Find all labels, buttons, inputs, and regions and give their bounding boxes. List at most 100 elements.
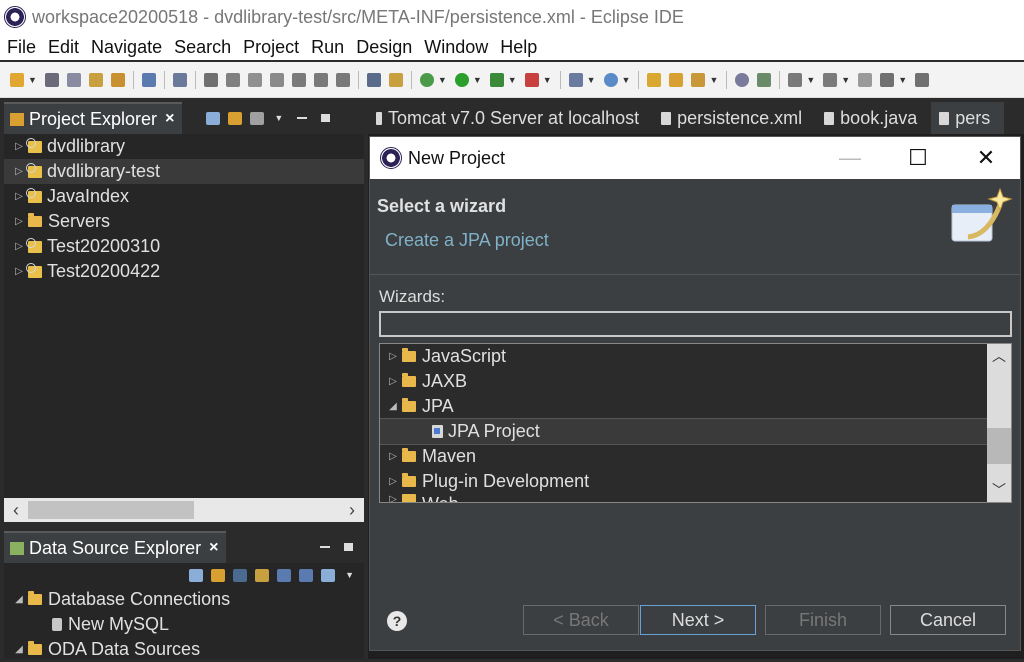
new-connection-icon[interactable]	[277, 568, 292, 582]
wizard-item-web[interactable]: ▷ Web	[380, 494, 1011, 502]
dropdown-arrow-icon[interactable]: ▼	[438, 75, 447, 85]
wizard-filter-input[interactable]	[379, 311, 1012, 337]
skip-breakpoints-icon[interactable]	[88, 72, 103, 87]
save-icon[interactable]	[44, 72, 59, 87]
scroll-down-icon[interactable]: ﹀	[987, 478, 1011, 502]
wizard-item-jaxb[interactable]: ▷ JAXB	[380, 369, 1011, 394]
view-menu-icon[interactable]: ▼	[345, 570, 354, 580]
next-button[interactable]: Next >	[640, 605, 756, 635]
scroll-up-icon[interactable]: ︿	[987, 344, 1011, 368]
previous-annotation-icon[interactable]	[823, 72, 838, 87]
run-icon[interactable]	[454, 72, 469, 87]
link-icon[interactable]	[211, 568, 226, 582]
forward-icon[interactable]	[915, 72, 930, 87]
minimize-button[interactable]: —	[816, 145, 884, 171]
wizard-item-plugin-development[interactable]: ▷ Plug-in Development	[380, 469, 1011, 494]
maximize-icon[interactable]	[321, 114, 331, 122]
minimize-icon[interactable]	[297, 117, 308, 119]
maximize-button[interactable]: ☐	[884, 145, 952, 171]
back-icon[interactable]	[880, 72, 895, 87]
tree-item-dvdlibrary-test[interactable]: ▷ dvdlibrary-test	[4, 159, 364, 184]
pen-icon[interactable]	[691, 72, 706, 87]
next-annotation-icon[interactable]	[788, 72, 803, 87]
dropdown-arrow-icon[interactable]: ▼	[587, 75, 596, 85]
finish-button[interactable]: Finish	[765, 605, 881, 635]
open-task-icon[interactable]	[669, 72, 684, 87]
build-icon[interactable]	[110, 72, 125, 87]
step-over-icon[interactable]	[313, 72, 328, 87]
tab-persistence-xml[interactable]: persistence.xml	[653, 102, 816, 134]
tab-project-explorer[interactable]: Project Explorer ×	[4, 102, 183, 134]
scroll-left-icon[interactable]: ‹	[4, 500, 28, 521]
expand-icon[interactable]: ▷	[12, 216, 26, 227]
tree-item-javaindex[interactable]: ▷ JavaIndex	[4, 184, 364, 209]
view-menu-icon[interactable]: ▼	[274, 113, 283, 123]
tab-book-java[interactable]: book.java	[816, 102, 931, 134]
tab-data-source-explorer[interactable]: Data Source Explorer ×	[4, 531, 227, 563]
tree-item-test20200422[interactable]: ▷ Test20200422	[4, 259, 364, 284]
connect-icon[interactable]	[255, 568, 270, 582]
hierarchy-icon[interactable]	[233, 568, 248, 582]
new-java-class-icon[interactable]	[603, 72, 618, 87]
expand-icon[interactable]: ▷	[386, 451, 400, 462]
step-into-icon[interactable]	[291, 72, 306, 87]
expand-icon[interactable]: ▷	[386, 494, 400, 502]
expand-icon[interactable]: ▷	[386, 376, 400, 387]
disconnect-icon[interactable]	[269, 72, 284, 87]
scrollbar-thumb[interactable]	[28, 501, 194, 519]
menu-edit[interactable]: Edit	[42, 37, 85, 58]
new-server-icon[interactable]	[568, 72, 583, 87]
menu-project[interactable]: Project	[237, 37, 305, 58]
external-tools-icon[interactable]	[524, 72, 539, 87]
dropdown-arrow-icon[interactable]: ▼	[898, 75, 907, 85]
help-icon[interactable]: ?	[387, 611, 407, 631]
dropdown-arrow-icon[interactable]: ▼	[473, 75, 482, 85]
horizontal-scrollbar[interactable]: ‹ ›	[4, 498, 364, 522]
collapse-icon[interactable]: ◢	[12, 644, 26, 655]
dropdown-arrow-icon[interactable]: ▼	[28, 75, 37, 85]
minimize-icon[interactable]	[320, 546, 331, 548]
vertical-scrollbar[interactable]: ︿ ﹀	[987, 344, 1011, 502]
new-icon[interactable]	[10, 72, 24, 87]
menu-file[interactable]: File	[0, 37, 42, 58]
resume-icon[interactable]	[203, 72, 218, 87]
menu-window[interactable]: Window	[418, 37, 494, 58]
tree-item-dvdlibrary[interactable]: ▷ dvdlibrary	[4, 134, 364, 159]
debug-icon[interactable]	[419, 72, 434, 87]
back-button[interactable]: < Back	[523, 605, 639, 635]
expand-icon[interactable]: ▷	[386, 351, 400, 362]
expand-icon[interactable]: ▷	[12, 266, 26, 277]
coverage-icon[interactable]	[489, 72, 504, 87]
expand-icon[interactable]: ▷	[386, 476, 400, 487]
menu-navigate[interactable]: Navigate	[85, 37, 168, 58]
maximize-icon[interactable]	[344, 543, 354, 551]
expand-icon[interactable]: ▷	[12, 191, 26, 202]
step-return-icon[interactable]	[335, 72, 350, 87]
close-icon[interactable]: ×	[165, 110, 174, 128]
menu-help[interactable]: Help	[494, 37, 543, 58]
collapse-icon[interactable]: ◢	[386, 401, 400, 412]
collapse-all-icon[interactable]	[189, 568, 204, 582]
dropdown-arrow-icon[interactable]: ▼	[806, 75, 815, 85]
menu-design[interactable]: Design	[350, 37, 418, 58]
link-with-editor-icon[interactable]	[228, 111, 243, 125]
dropdown-arrow-icon[interactable]: ▼	[543, 75, 552, 85]
tab-pers[interactable]: pers	[931, 102, 1005, 134]
skip-all-breakpoints-icon[interactable]	[172, 72, 187, 87]
wizard-item-javascript[interactable]: ▷ JavaScript	[380, 344, 1011, 369]
terminal-icon[interactable]	[141, 72, 156, 87]
expand-icon[interactable]: ▷	[12, 241, 26, 252]
menu-search[interactable]: Search	[168, 37, 237, 58]
filter-icon[interactable]	[250, 111, 265, 125]
wizard-item-jpa[interactable]: ◢ JPA	[380, 394, 1011, 419]
wizard-item-jpa-project[interactable]: JPA Project	[380, 418, 1011, 445]
collapse-all-icon[interactable]	[206, 111, 221, 125]
expand-icon[interactable]: ▷	[12, 141, 26, 152]
tab-tomcat-server[interactable]: Tomcat v7.0 Server at localhost	[368, 102, 653, 134]
cancel-button[interactable]: Cancel	[890, 605, 1006, 635]
open-type-icon[interactable]	[647, 72, 662, 87]
close-icon[interactable]: ×	[209, 539, 218, 557]
export-icon[interactable]	[321, 568, 336, 582]
task-icon[interactable]	[388, 72, 403, 87]
last-edit-icon[interactable]	[858, 72, 873, 87]
